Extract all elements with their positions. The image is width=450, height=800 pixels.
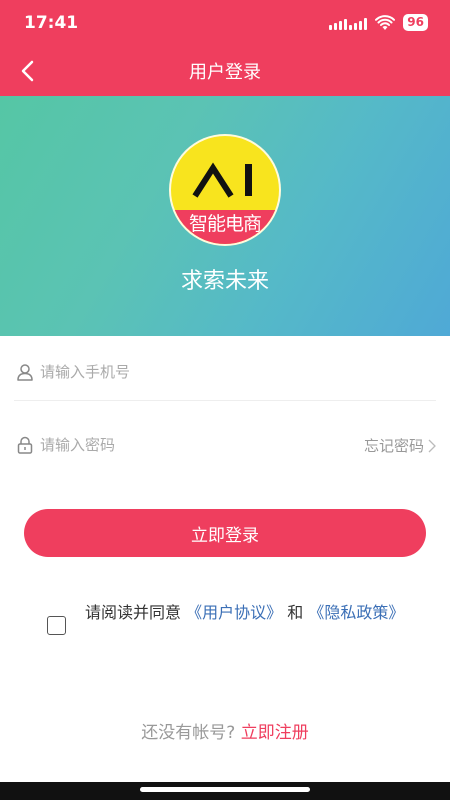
login-button[interactable]: 立即登录 xyxy=(24,509,426,557)
signal-icon xyxy=(329,16,368,30)
user-agreement-link[interactable]: 《用户协议》 xyxy=(186,603,282,622)
register-link[interactable]: 立即注册 xyxy=(241,723,309,743)
user-icon xyxy=(17,364,33,381)
register-question: 还没有帐号? xyxy=(141,723,236,743)
register-row: 还没有帐号? 立即注册 xyxy=(0,718,450,743)
forgot-password-label: 忘记密码 xyxy=(363,437,424,455)
agreement-checkbox[interactable] xyxy=(47,616,66,635)
status-bar: 17:41 96 xyxy=(0,0,450,46)
forgot-password-link[interactable]: 忘记密码 xyxy=(364,435,436,456)
agreement-text: 请阅读并同意 《用户协议》 和 《隐私政策》 xyxy=(85,600,415,626)
agreement-prefix: 请阅读并同意 xyxy=(85,603,182,622)
page-title: 用户登录 xyxy=(189,62,261,83)
privacy-policy-link[interactable]: 《隐私政策》 xyxy=(308,603,404,622)
battery-icon: 96 xyxy=(403,14,428,31)
chevron-right-icon xyxy=(428,439,436,452)
app-logo: 智能电商 xyxy=(169,134,281,246)
agreement-and: 和 xyxy=(287,603,304,622)
phone-field xyxy=(14,343,436,401)
wifi-icon xyxy=(375,14,396,30)
lock-icon xyxy=(17,436,33,454)
home-indicator xyxy=(0,782,450,800)
phone-input[interactable] xyxy=(40,359,340,385)
logo-ai-mark xyxy=(192,162,252,198)
nav-bar: 用户登录 xyxy=(0,46,450,96)
password-input[interactable] xyxy=(40,432,340,458)
hero-slogan: 求索未来 xyxy=(180,269,269,294)
password-field: 忘记密码 xyxy=(14,416,436,474)
status-time: 17:41 xyxy=(24,13,79,33)
status-icons: 96 xyxy=(329,14,428,31)
hero-banner: 智能电商 求索未来 xyxy=(0,96,450,336)
home-bar[interactable] xyxy=(140,787,310,792)
logo-text: 智能电商 xyxy=(188,213,262,235)
